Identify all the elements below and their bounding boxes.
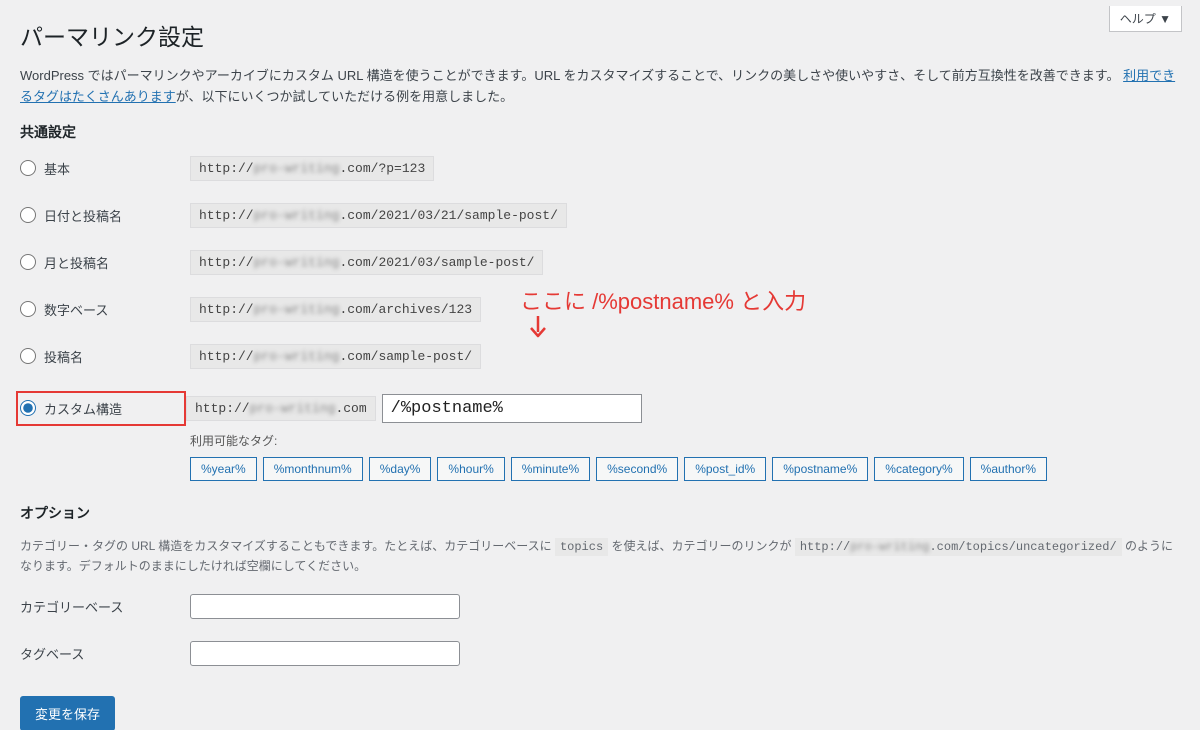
intro-paragraph: WordPress ではパーマリンクやアーカイブにカスタム URL 構造を使うこ… (20, 66, 1180, 108)
options-description: カテゴリー・タグの URL 構造をカスタマイズすることもできます。たとえば、カテ… (20, 537, 1180, 576)
options-heading: オプション (20, 503, 1180, 523)
common-settings-heading: 共通設定 (20, 122, 1180, 142)
sample-custom-prefix: http://pro-writing.com (186, 396, 376, 421)
tag-base-input[interactable] (190, 641, 460, 666)
tag-author-button[interactable]: %author% (970, 457, 1047, 481)
tag-minute-button[interactable]: %minute% (511, 457, 590, 481)
radio-custom[interactable] (20, 400, 36, 416)
intro-text-1: WordPress ではパーマリンクやアーカイブにカスタム URL 構造を使うこ… (20, 68, 1119, 83)
option-text-plain: 基本 (44, 159, 70, 178)
settings-wrap: パーマリンク設定 WordPress ではパーマリンクやアーカイブにカスタム U… (0, 0, 1200, 730)
radio-monthname[interactable] (20, 254, 36, 270)
sample-postname: http://pro-writing.com/sample-post/ (190, 344, 481, 369)
sample-monthname: http://pro-writing.com/2021/03/sample-po… (190, 250, 543, 275)
option-label-custom[interactable]: カスタム構造 (16, 391, 186, 426)
radio-postname[interactable] (20, 348, 36, 364)
custom-structure-area: http://pro-writing.com (186, 394, 642, 423)
option-text-dayname: 日付と投稿名 (44, 206, 122, 225)
tag-base-row: タグベース (20, 641, 1180, 666)
category-base-input[interactable] (190, 594, 460, 619)
option-text-numeric: 数字ベース (44, 300, 108, 319)
intro-text-2: が、以下にいくつか試していただける例を用意しました。 (176, 89, 513, 104)
tag-base-label: タグベース (20, 644, 190, 663)
option-row-monthname: 月と投稿名 http://pro-writing.com/2021/03/sam… (20, 250, 1180, 275)
tag-category-button[interactable]: %category% (874, 457, 963, 481)
option-label-dayname[interactable]: 日付と投稿名 (20, 206, 190, 225)
option-label-numeric[interactable]: 数字ベース (20, 300, 190, 319)
option-row-custom: カスタム構造 http://pro-writing.com (20, 391, 1180, 426)
example-url-code: http://pro-writing.com/topics/uncategori… (795, 538, 1122, 556)
radio-dayname[interactable] (20, 207, 36, 223)
tag-second-button[interactable]: %second% (596, 457, 678, 481)
available-tags-row: %year% %monthnum% %day% %hour% %minute% … (190, 457, 1180, 481)
radio-numeric[interactable] (20, 301, 36, 317)
option-label-monthname[interactable]: 月と投稿名 (20, 253, 190, 272)
category-base-row: カテゴリーベース (20, 594, 1180, 619)
custom-structure-input[interactable] (382, 394, 642, 423)
option-row-plain: 基本 http://pro-writing.com/?p=123 (20, 156, 1180, 181)
tag-year-button[interactable]: %year% (190, 457, 257, 481)
sample-plain: http://pro-writing.com/?p=123 (190, 156, 434, 181)
tag-postid-button[interactable]: %post_id% (684, 457, 766, 481)
option-text-custom: カスタム構造 (44, 399, 122, 418)
topics-code: topics (555, 538, 608, 556)
sample-dayname: http://pro-writing.com/2021/03/21/sample… (190, 203, 567, 228)
sample-numeric: http://pro-writing.com/archives/123 (190, 297, 481, 322)
help-button[interactable]: ヘルプ ▼ (1109, 6, 1182, 32)
tag-hour-button[interactable]: %hour% (437, 457, 504, 481)
option-text-postname: 投稿名 (44, 347, 83, 366)
tag-postname-button[interactable]: %postname% (772, 457, 868, 481)
save-button[interactable]: 変更を保存 (20, 696, 115, 730)
option-text-monthname: 月と投稿名 (44, 253, 109, 272)
tag-day-button[interactable]: %day% (369, 457, 432, 481)
option-row-postname: 投稿名 http://pro-writing.com/sample-post/ (20, 344, 1180, 369)
category-base-label: カテゴリーベース (20, 597, 190, 616)
option-row-dayname: 日付と投稿名 http://pro-writing.com/2021/03/21… (20, 203, 1180, 228)
available-tags-label: 利用可能なタグ: (190, 432, 1180, 449)
page-title: パーマリンク設定 (20, 18, 1180, 52)
option-label-postname[interactable]: 投稿名 (20, 347, 190, 366)
option-label-plain[interactable]: 基本 (20, 159, 190, 178)
option-row-numeric: 数字ベース http://pro-writing.com/archives/12… (20, 297, 1180, 322)
tag-monthnum-button[interactable]: %monthnum% (263, 457, 363, 481)
radio-plain[interactable] (20, 160, 36, 176)
